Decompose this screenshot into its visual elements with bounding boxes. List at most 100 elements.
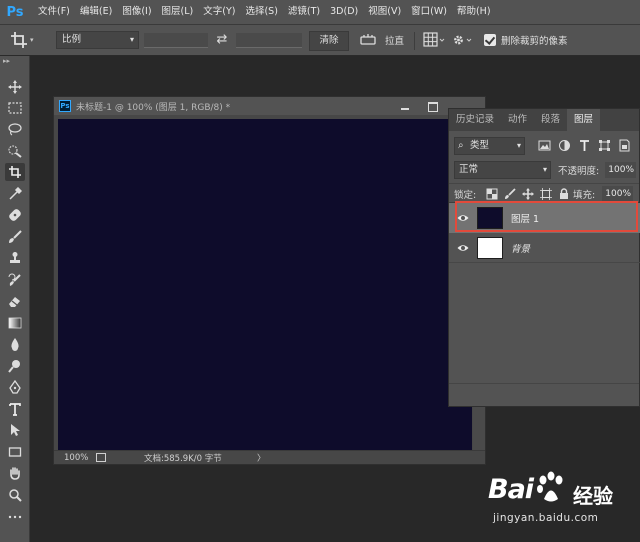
- collapse-toolbar-icon[interactable]: ▸▸: [3, 57, 10, 65]
- menu-window[interactable]: 窗口(W): [406, 0, 452, 24]
- clone-stamp-tool-icon[interactable]: [5, 249, 25, 267]
- visibility-eye-icon[interactable]: [457, 242, 469, 254]
- lock-row: 锁定: 填充: 100%: [449, 183, 639, 203]
- grid-overlay-icon[interactable]: [423, 32, 445, 49]
- tools-panel: ▸▸: [0, 56, 30, 542]
- layer-name[interactable]: 图层 1: [511, 211, 539, 225]
- hand-tool-icon[interactable]: [5, 464, 25, 482]
- menu-file[interactable]: 文件(F): [33, 0, 75, 24]
- menu-edit[interactable]: 编辑(E): [75, 0, 117, 24]
- zoom-tool-icon[interactable]: [5, 486, 25, 504]
- share-icon[interactable]: [96, 453, 106, 462]
- crop-icon: [11, 32, 27, 48]
- crop-height-input[interactable]: [236, 33, 302, 48]
- baidu-paw-icon: [537, 471, 563, 502]
- menu-3d[interactable]: 3D(D): [325, 0, 363, 24]
- layers-panel: 历史记录 动作 段落 图层 ⌕ 类型 ▾ 正常 ▾ 不透明度: 100% 锁定:…: [448, 108, 640, 407]
- document-title: 未标题-1 @ 100% (图层 1, RGB/8) *: [76, 102, 231, 113]
- filter-kind-label: 类型: [470, 140, 490, 151]
- canvas[interactable]: [58, 119, 472, 450]
- crop-ratio-value: 比例: [62, 34, 82, 45]
- menu-layer[interactable]: 图层(L): [157, 0, 199, 24]
- pixel-layer-filter-icon[interactable]: [538, 139, 551, 152]
- gradient-tool-icon[interactable]: [5, 314, 25, 332]
- chevron-down-icon: ▾: [30, 36, 34, 44]
- menu-select[interactable]: 选择(S): [240, 0, 282, 24]
- pen-tool-icon[interactable]: [5, 378, 25, 396]
- smart-object-filter-icon[interactable]: [618, 139, 631, 152]
- layer-thumbnail: [477, 236, 503, 259]
- menu-filter[interactable]: 滤镜(T): [283, 0, 325, 24]
- marquee-tool-icon[interactable]: [5, 99, 25, 117]
- fill-label: 填充:: [573, 190, 596, 201]
- layer-filter-row: ⌕ 类型 ▾: [454, 137, 636, 155]
- type-tool-icon[interactable]: [5, 400, 25, 418]
- maximize-icon[interactable]: [426, 100, 438, 112]
- delete-cropped-pixels-label: 删除裁剪的像素: [501, 36, 568, 47]
- rectangle-tool-icon[interactable]: [5, 443, 25, 461]
- layer-filter-select[interactable]: ⌕ 类型 ▾: [454, 137, 525, 155]
- minimize-icon[interactable]: [399, 100, 411, 112]
- blur-tool-icon[interactable]: [5, 335, 25, 353]
- path-selection-tool-icon[interactable]: [5, 421, 25, 439]
- fill-input[interactable]: 100%: [602, 186, 633, 202]
- tab-layers[interactable]: 图层: [567, 109, 601, 131]
- layer-row-layer1[interactable]: 图层 1: [449, 203, 640, 233]
- move-tool-icon[interactable]: [5, 78, 25, 96]
- eyedropper-tool-icon[interactable]: [5, 185, 25, 203]
- history-brush-tool-icon[interactable]: [5, 271, 25, 289]
- blend-mode-value: 正常: [459, 164, 479, 175]
- menu-view[interactable]: 视图(V): [363, 0, 406, 24]
- blend-mode-select[interactable]: 正常 ▾: [454, 161, 551, 179]
- crop-tool-icon[interactable]: [5, 163, 25, 181]
- lock-position-icon[interactable]: [522, 188, 534, 200]
- type-layer-filter-icon[interactable]: [578, 139, 591, 152]
- document-size-info: 文档:585.9K/0 字节: [144, 453, 222, 464]
- opacity-label: 不透明度:: [558, 166, 600, 177]
- tab-actions[interactable]: 动作: [501, 109, 534, 131]
- menu-help[interactable]: 帮助(H): [452, 0, 496, 24]
- clear-button[interactable]: 清除: [309, 31, 349, 51]
- visibility-eye-icon[interactable]: [457, 212, 469, 224]
- crop-width-input[interactable]: [144, 33, 208, 48]
- brush-tool-icon[interactable]: [5, 228, 25, 246]
- dodge-tool-icon[interactable]: [5, 357, 25, 375]
- straighten-icon[interactable]: [360, 32, 376, 48]
- swap-icon[interactable]: ⇄: [214, 31, 230, 49]
- lock-all-icon[interactable]: [558, 188, 570, 200]
- chevron-right-icon[interactable]: 〉: [257, 452, 266, 464]
- photoshop-logo: Ps: [6, 4, 24, 20]
- menu-image[interactable]: 图像(I): [117, 0, 156, 24]
- layer-row-background[interactable]: 背景: [449, 233, 640, 263]
- crop-ratio-select[interactable]: 比例 ▾: [56, 31, 139, 49]
- zoom-level[interactable]: 100%: [64, 453, 96, 463]
- quick-selection-tool-icon[interactable]: [5, 142, 25, 160]
- adjustment-layer-filter-icon[interactable]: [558, 139, 571, 152]
- divider: [414, 32, 415, 50]
- search-icon: ⌕: [458, 140, 464, 151]
- panel-tabs: 历史记录 动作 段落 图层: [449, 109, 639, 131]
- healing-brush-tool-icon[interactable]: [5, 206, 25, 224]
- delete-cropped-pixels-checkbox[interactable]: [484, 34, 496, 46]
- lock-artboard-icon[interactable]: [540, 188, 552, 200]
- crop-tool-preset-picker[interactable]: ▾: [10, 31, 44, 49]
- watermark-suffix: 经验: [573, 484, 613, 508]
- lock-transparent-pixels-icon[interactable]: [486, 188, 498, 200]
- document-status-bar: 100% 文档:585.9K/0 字节 〉: [54, 450, 485, 464]
- lock-label: 锁定:: [454, 190, 477, 201]
- opacity-input[interactable]: 100%: [605, 162, 636, 178]
- lasso-tool-icon[interactable]: [5, 120, 25, 138]
- eraser-tool-icon[interactable]: [5, 292, 25, 310]
- shape-layer-filter-icon[interactable]: [598, 139, 611, 152]
- more-tools-icon[interactable]: [5, 508, 25, 526]
- gear-icon[interactable]: [451, 32, 473, 49]
- blend-row: 正常 ▾ 不透明度: 100%: [454, 161, 636, 179]
- chevron-down-icon: ▾: [516, 141, 521, 150]
- tab-paragraph[interactable]: 段落: [534, 109, 567, 131]
- lock-image-pixels-icon[interactable]: [504, 188, 516, 200]
- layer-name[interactable]: 背景: [511, 241, 530, 255]
- document-tab[interactable]: Ps 未标题-1 @ 100% (图层 1, RGB/8) *: [54, 97, 485, 115]
- tab-history[interactable]: 历史记录: [449, 109, 501, 131]
- menu-type[interactable]: 文字(Y): [198, 0, 240, 24]
- straighten-label: 拉直: [385, 36, 405, 47]
